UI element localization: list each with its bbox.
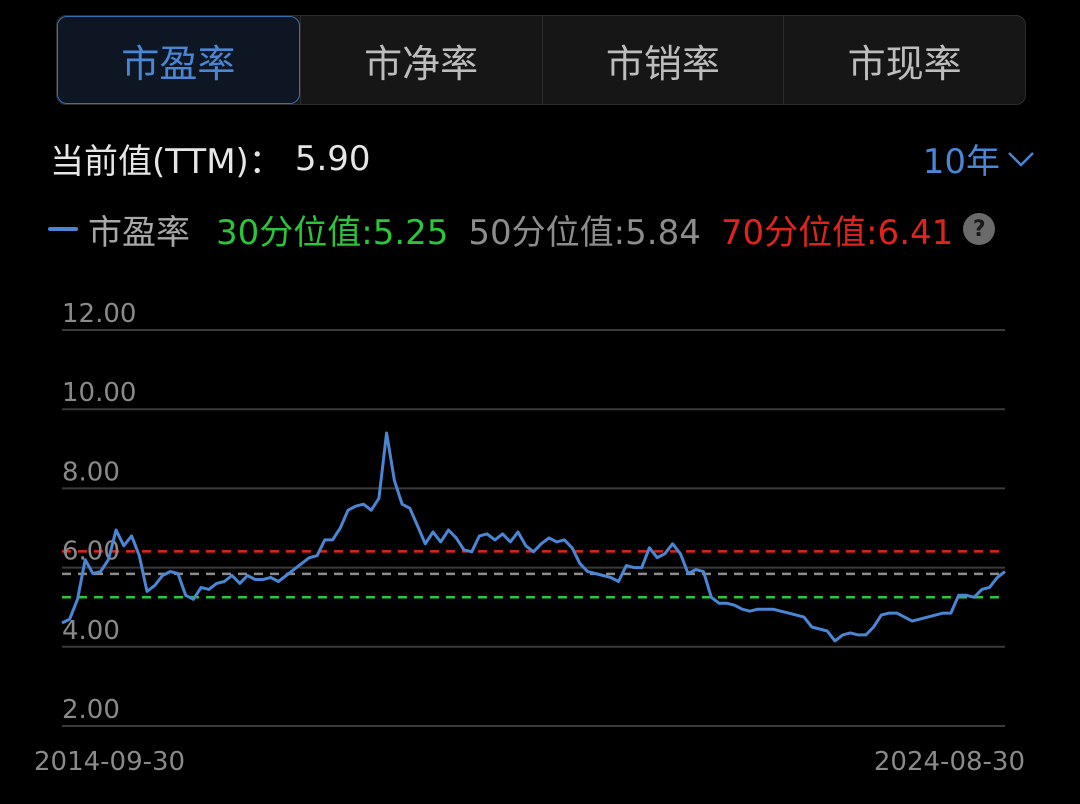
range-label: 10年 (922, 142, 1000, 182)
grid (62, 329, 1005, 727)
metric-tabs: 市盈率 市净率 市销率 市现率 (56, 15, 1026, 105)
legend-series-name: 市盈率 (88, 212, 190, 253)
help-icon[interactable]: ? (963, 213, 996, 245)
legend-p70: 70分位值:6.41 (720, 212, 954, 253)
series-line-swatch (48, 227, 78, 231)
x-start-label: 2014-09-30 (34, 747, 185, 777)
x-end-label: 2024-08-30 (874, 747, 1025, 777)
chevron-down-icon (1008, 151, 1034, 167)
y-tick-label: 10.00 (62, 378, 136, 408)
range-selector[interactable]: 10年 (923, 134, 1036, 183)
legend-p30: 30分位值:5.25 (216, 212, 449, 253)
y-tick-label: 4.00 (62, 616, 120, 646)
pe-series-line (61, 431, 1006, 643)
tab-ps[interactable]: 市销率 (541, 16, 784, 104)
current-value-label: 当前值(TTM)： (50, 142, 283, 182)
y-tick-label: 8.00 (62, 457, 120, 487)
tab-pe[interactable]: 市盈率 (57, 16, 300, 104)
current-value: 5.90 (294, 138, 371, 179)
y-tick-label: 2.00 (62, 695, 120, 725)
tab-pcf[interactable]: 市现率 (783, 16, 1025, 104)
y-tick-labels: 12.0010.008.006.004.002.00 (62, 299, 136, 725)
current-value-row: 当前值(TTM)： 5.90 (50, 134, 371, 183)
tab-pb[interactable]: 市净率 (299, 16, 542, 104)
legend-p50: 50分位值:5.84 (468, 212, 701, 253)
chart-legend: 市盈率 30分位值:5.25 50分位值:5.84 70分位值:6.41 ? (48, 206, 996, 253)
reference-lines (62, 550, 1005, 599)
pe-line-chart: 12.0010.008.006.004.002.00 2014-09-30 20… (34, 299, 1025, 777)
y-tick-label: 12.00 (62, 299, 136, 329)
